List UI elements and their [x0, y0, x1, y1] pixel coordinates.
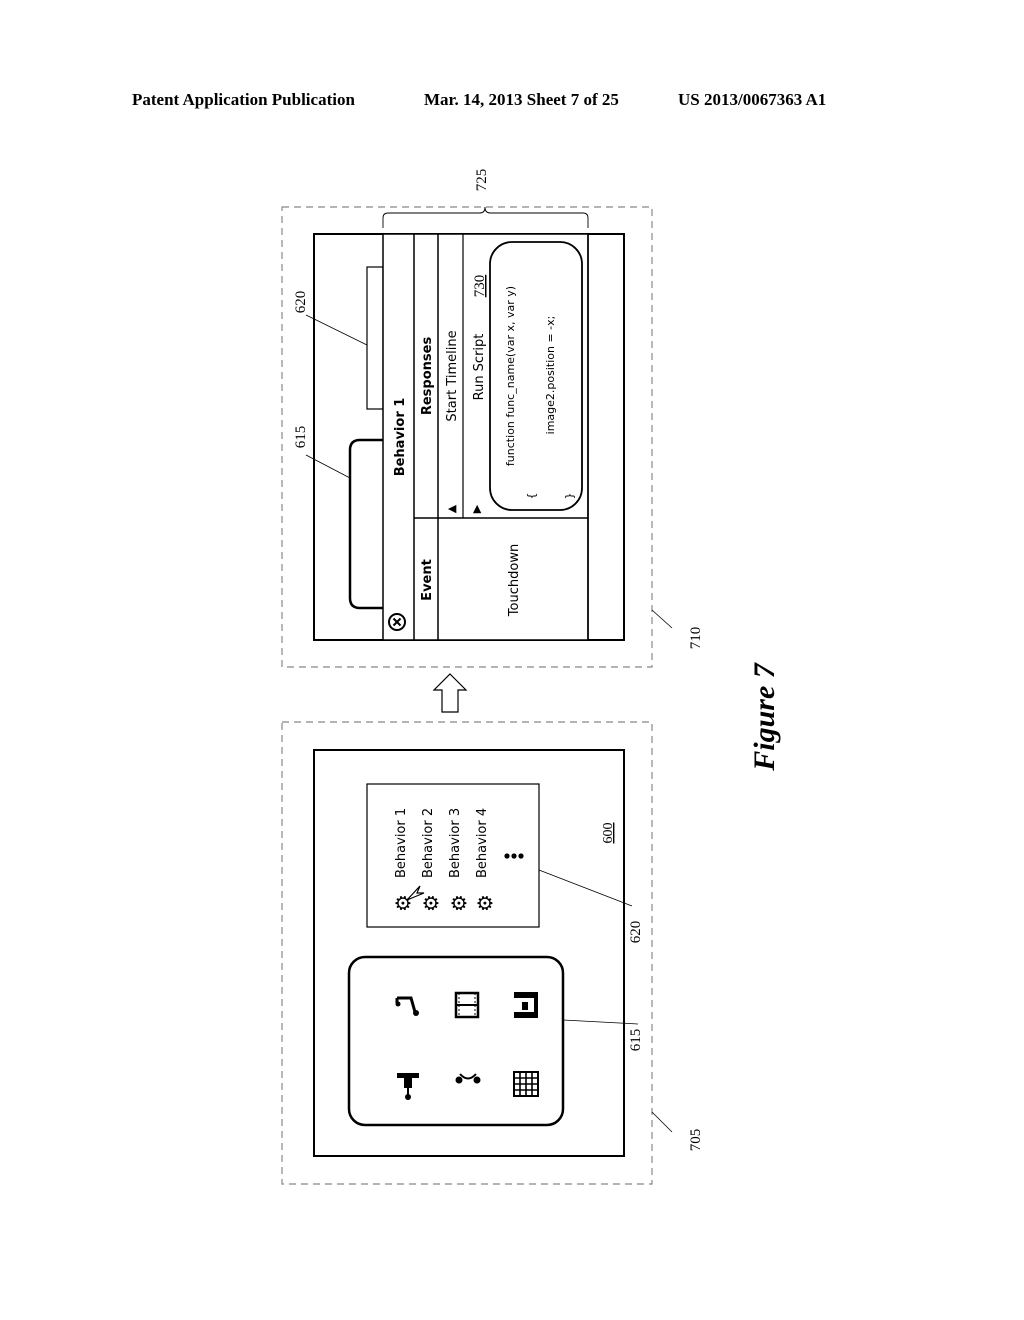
ref-600: 600: [601, 823, 616, 844]
collapse-arrow-icon[interactable]: ▶: [470, 504, 483, 513]
expand-arrow-icon[interactable]: ▲: [445, 504, 458, 513]
behavior-label: Behavior 3: [448, 808, 463, 878]
dialog-title: Behavior 1: [393, 398, 408, 477]
script-line-2: {: [525, 493, 538, 500]
event-column-header: Event: [420, 559, 435, 601]
film-icon[interactable]: [454, 991, 480, 1019]
brace-725: [382, 206, 589, 228]
ref-620-bottom: 620: [628, 921, 644, 944]
script-line-4: }: [563, 493, 576, 500]
ref-705: 705: [688, 1129, 704, 1152]
ref-615-top: 615: [293, 426, 309, 449]
gear-icon: ⚙: [473, 894, 497, 912]
ref-615-bottom: 615: [628, 1029, 644, 1052]
ref-620-top: 620: [293, 291, 309, 314]
figure-caption: Figure 7: [748, 662, 781, 772]
keypad-icon[interactable]: [513, 1071, 539, 1097]
script-line-1: function func_name(var x, var y): [504, 286, 517, 466]
behavior-label: Behavior 2: [421, 808, 436, 878]
ref-730: 730: [472, 275, 488, 298]
transition-arrow-icon: [432, 673, 468, 713]
behavior-label: Behavior 4: [475, 808, 490, 878]
close-button[interactable]: [388, 613, 406, 631]
responses-column-header: Responses: [420, 337, 435, 416]
gear-icon: ⚙: [419, 894, 443, 912]
ref-710: 710: [688, 627, 704, 650]
patent-figure: Behavior 1 Event Responses Touchdown ▲ S…: [281, 169, 781, 1185]
event-value[interactable]: Touchdown: [507, 544, 522, 617]
asset-library: [347, 955, 565, 1127]
behavior-label: Behavior 1: [394, 808, 409, 878]
script-line-3: image2.position = -x;: [544, 316, 557, 435]
library-panel-collapsed: [348, 438, 383, 610]
behaviors-panel-collapsed: [366, 266, 384, 410]
response-label: Start Timeline: [445, 330, 460, 421]
response-label: Run Script: [472, 334, 487, 401]
more-ellipsis-icon[interactable]: [504, 853, 510, 859]
gear-icon: ⚙: [447, 894, 471, 912]
ref-725: 725: [474, 169, 490, 192]
